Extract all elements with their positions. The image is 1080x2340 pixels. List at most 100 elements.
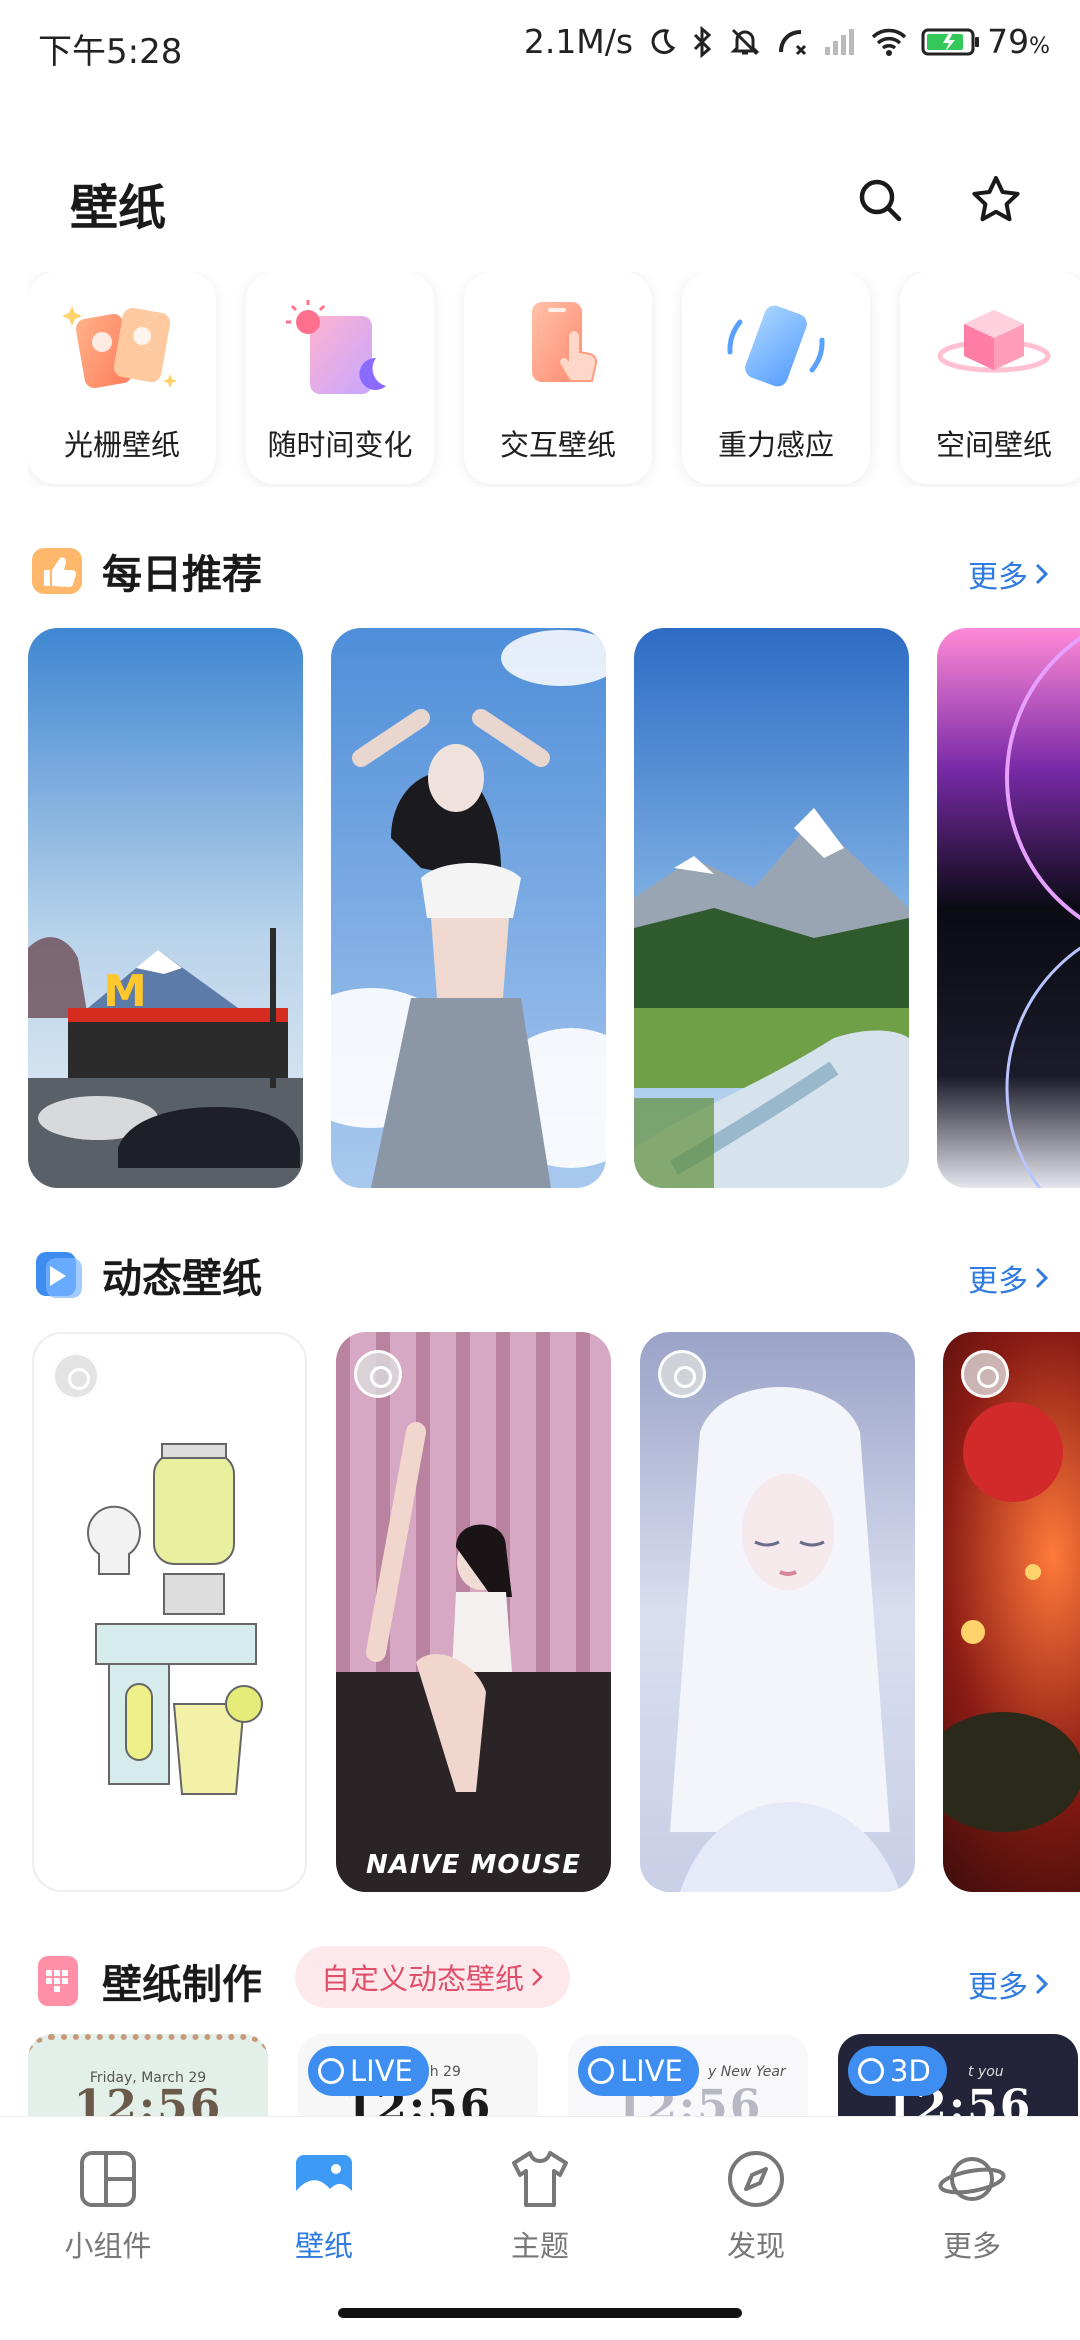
wallpaper-thumbnail: M xyxy=(28,628,303,1188)
wallpaper-thumbnail xyxy=(336,1332,611,1892)
3d-icon xyxy=(858,2058,884,2084)
template-card[interactable]: arch 29 12:56 LIVE xyxy=(298,2034,538,2116)
category-spatial[interactable]: 空间壁纸 xyxy=(900,272,1080,484)
more-label: 更多 xyxy=(968,1970,1028,2005)
video-play-icon xyxy=(36,1252,82,1298)
daily-more-link[interactable]: 更多 xyxy=(968,552,1050,596)
gravity-sensor-icon xyxy=(727,305,825,387)
chevron-right-icon xyxy=(1035,1973,1049,1995)
widget-icon xyxy=(80,2151,136,2207)
category-lenticular[interactable]: 光栅壁纸 xyxy=(28,272,216,484)
status-icons: 2.1M/s 79% xyxy=(524,22,1050,61)
wallpaper-card[interactable]: M xyxy=(28,628,303,1188)
category-label: 光栅壁纸 xyxy=(63,428,180,462)
search-button[interactable] xyxy=(848,168,912,232)
template-clock: 12:56 xyxy=(73,2081,223,2116)
dynamic-more-link[interactable]: 更多 xyxy=(968,1256,1050,1300)
tab-discover[interactable]: 发现 xyxy=(676,2147,836,2287)
wallpaper-thumbnail xyxy=(937,628,1080,1188)
home-indicator[interactable] xyxy=(338,2308,742,2318)
wallpaper-thumbnail xyxy=(34,1334,305,1890)
category-gravity[interactable]: 重力感应 xyxy=(682,272,870,484)
tag-label: 自定义动态壁纸 xyxy=(321,1962,525,1996)
more-label: 更多 xyxy=(968,560,1028,595)
live-wallpaper-icon xyxy=(961,1350,1009,1398)
category-interactive[interactable]: 交互壁纸 xyxy=(464,272,652,484)
network-speed: 2.1M/s xyxy=(523,22,634,61)
bottom-tab-bar: 小组件 壁纸 主题 发现 更多 xyxy=(0,2116,1080,2340)
live-badge: LIVE xyxy=(578,2046,699,2096)
tab-more[interactable]: 更多 xyxy=(892,2147,1052,2287)
wallpaper-watermark: NAIVE MOUSE xyxy=(365,1850,582,1880)
status-time: 下午5:28 xyxy=(38,32,183,72)
time-changing-icon xyxy=(286,300,386,394)
battery-icon xyxy=(921,28,980,55)
tab-label: 小组件 xyxy=(64,2229,152,2263)
wallpaper-thumbnail xyxy=(331,628,606,1188)
favorites-button[interactable] xyxy=(964,168,1028,232)
live-badge: LIVE xyxy=(308,2046,429,2096)
wallpaper-card[interactable] xyxy=(331,628,606,1188)
wallpaper-card[interactable] xyxy=(937,628,1080,1188)
battery-indicator: 79% xyxy=(921,22,1050,61)
pixel-heart-icon xyxy=(38,1956,78,2006)
badge-label: 3D xyxy=(890,2054,931,2088)
chevron-right-icon xyxy=(532,1968,543,1986)
star-icon xyxy=(972,176,1020,222)
planet-icon xyxy=(938,2157,1006,2201)
custom-dynamic-wallpaper-tag[interactable]: 自定义动态壁纸 xyxy=(295,1946,571,2008)
dynamic-wallpaper-card[interactable] xyxy=(943,1332,1080,1892)
making-section-header: 壁纸制作 自定义动态壁纸 更多 xyxy=(0,1946,1080,2016)
category-label: 交互壁纸 xyxy=(499,428,616,462)
category-label: 随时间变化 xyxy=(267,428,413,462)
wallpaper-card[interactable] xyxy=(634,628,909,1188)
wallpaper-thumbnail xyxy=(640,1332,915,1892)
badge-label: LIVE xyxy=(350,2054,413,2088)
battery-percent: 79 xyxy=(987,22,1030,61)
making-template-row: Friday, March 29 12:56 arch 29 12:56 LIV… xyxy=(0,2034,1080,2116)
chevron-right-icon xyxy=(1035,563,1049,585)
dynamic-wallpaper-card[interactable] xyxy=(32,1332,307,1892)
wifi-icon xyxy=(871,28,907,56)
category-row: 光栅壁纸 随时间变化 交互壁纸 重力感应 空间壁纸 xyxy=(28,272,1080,487)
tshirt-icon xyxy=(512,2151,568,2207)
tab-label: 更多 xyxy=(942,2229,1001,2263)
dynamic-wallpaper-card[interactable]: NAIVE MOUSE xyxy=(336,1332,611,1892)
thumbs-up-icon xyxy=(32,548,82,594)
wallpaper-thumbnail xyxy=(634,628,909,1188)
svg-text:M: M xyxy=(103,966,147,1017)
more-label: 更多 xyxy=(968,1264,1028,1299)
template-card[interactable]: y New Year 12:56 LIVE xyxy=(568,2034,808,2116)
category-time-changing[interactable]: 随时间变化 xyxy=(246,272,434,484)
dynamic-wallpaper-card[interactable] xyxy=(640,1332,915,1892)
live-wallpaper-icon xyxy=(52,1352,100,1400)
live-icon xyxy=(318,2058,344,2084)
tab-wallpaper[interactable]: 壁纸 xyxy=(244,2147,404,2287)
daily-section-header: 每日推荐 更多 xyxy=(0,536,1080,606)
tab-widgets[interactable]: 小组件 xyxy=(28,2147,188,2287)
tab-themes[interactable]: 主题 xyxy=(460,2147,620,2287)
page-title: 壁纸 xyxy=(70,180,167,236)
daily-wallpaper-row: M xyxy=(0,628,1080,1190)
3d-badge: 3D xyxy=(848,2046,947,2096)
live-wallpaper-icon xyxy=(354,1350,402,1398)
making-more-link[interactable]: 更多 xyxy=(968,1962,1050,2006)
moon-icon xyxy=(651,28,676,54)
category-label: 空间壁纸 xyxy=(935,428,1052,462)
spatial-wallpaper-icon xyxy=(937,310,1051,373)
template-card[interactable]: Friday, March 29 12:56 xyxy=(28,2034,268,2116)
header: 壁纸 xyxy=(0,150,1080,250)
tab-label: 壁纸 xyxy=(294,2229,353,2263)
template-date: t you xyxy=(968,2064,1004,2080)
tab-label: 发现 xyxy=(726,2229,785,2263)
template-card[interactable]: t you 12:56 3D xyxy=(838,2034,1078,2116)
signal-icon xyxy=(825,28,855,55)
template-date: y New Year xyxy=(708,2064,786,2080)
live-wallpaper-icon xyxy=(658,1350,706,1398)
chevron-right-icon xyxy=(1035,1267,1049,1289)
live-icon xyxy=(588,2058,614,2084)
interactive-wallpaper-icon xyxy=(532,302,598,382)
section-title: 动态壁纸 xyxy=(102,1256,262,1302)
dynamic-wallpaper-row: NAIVE MOUSE xyxy=(0,1332,1080,1894)
category-label: 重力感应 xyxy=(717,428,834,462)
